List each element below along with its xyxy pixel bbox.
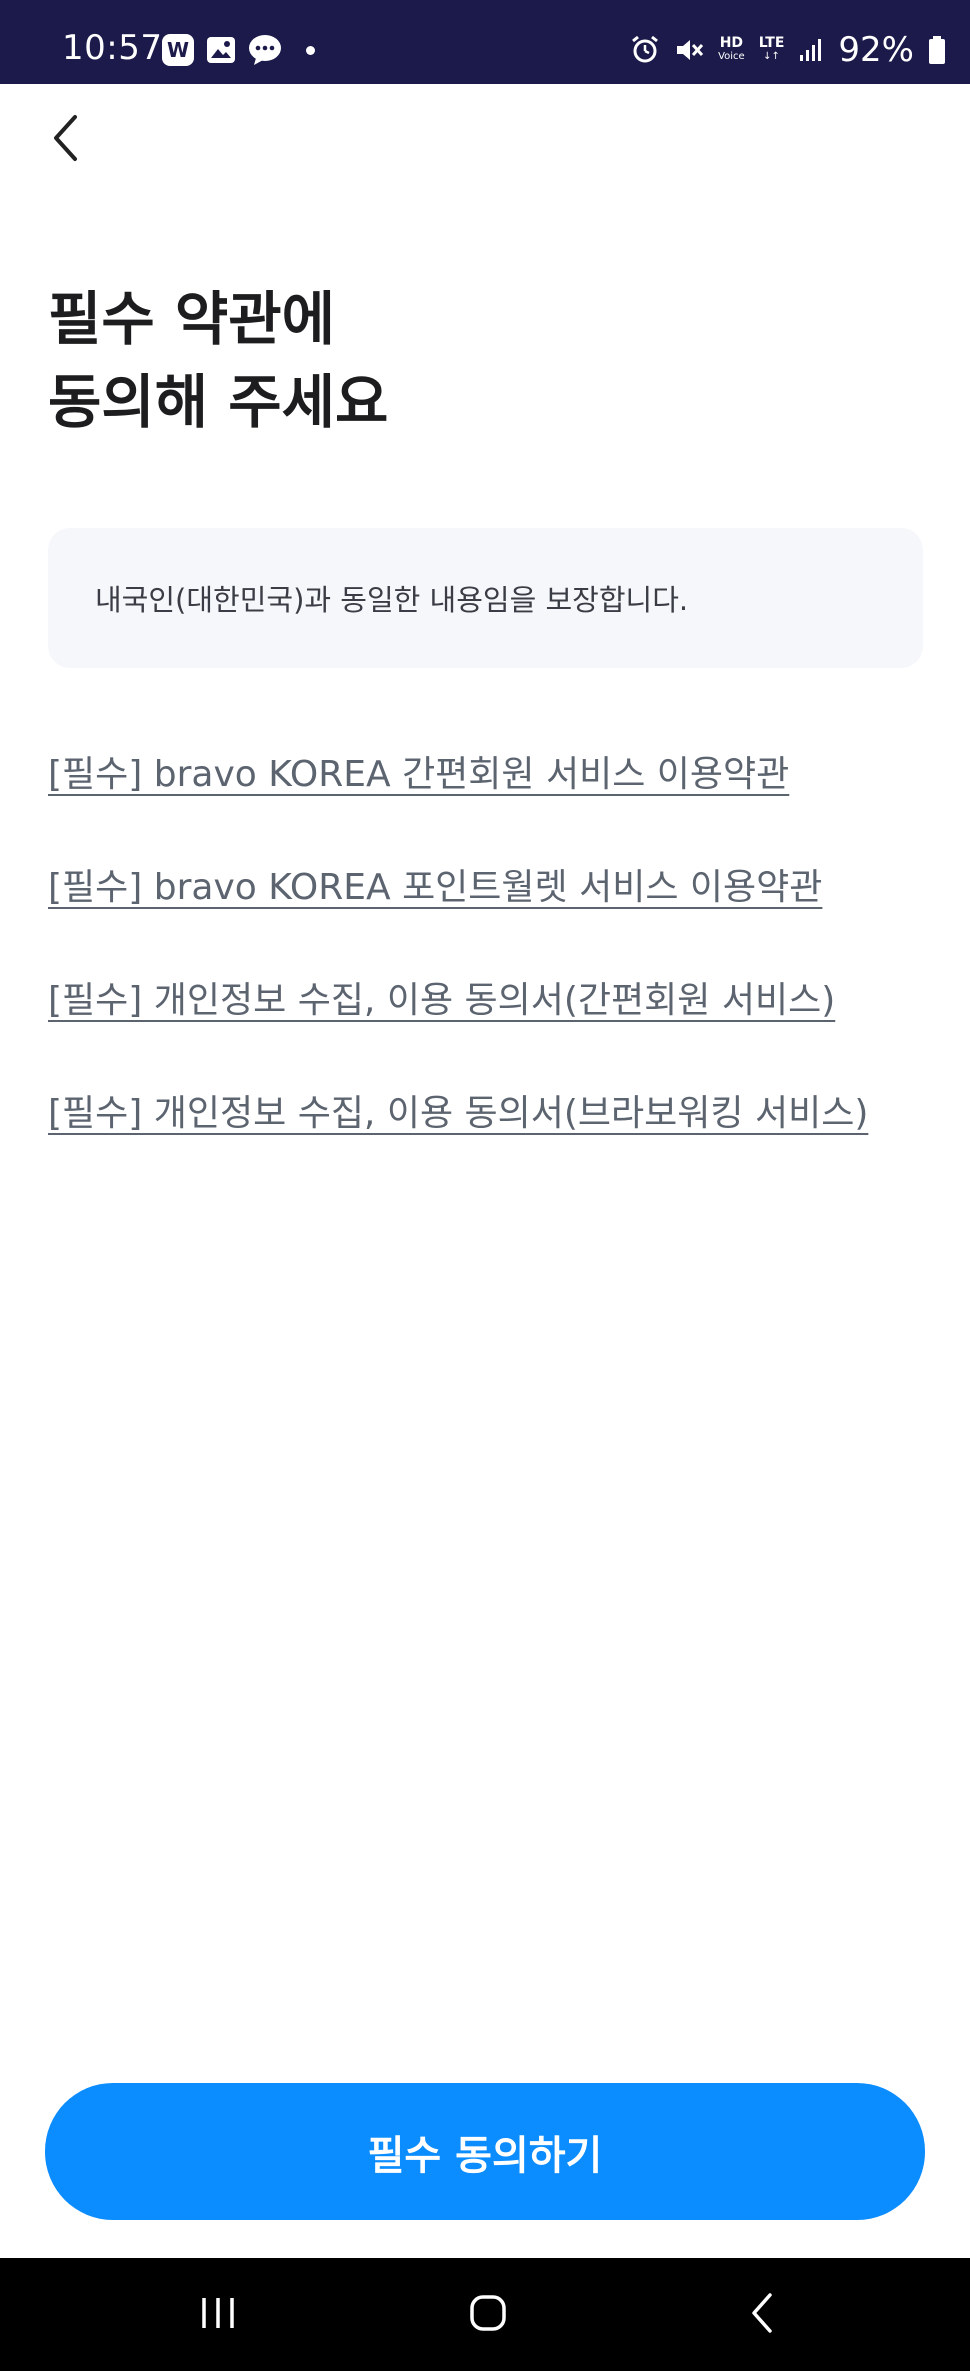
terms-list: [필수] bravo KOREA 간편회원 서비스 이용약관 [필수] brav… — [48, 745, 868, 1197]
term-link-simple-member[interactable]: [필수] bravo KOREA 간편회원 서비스 이용약관 — [48, 745, 868, 858]
agree-required-button[interactable]: 필수 동의하기 — [45, 2083, 925, 2220]
notice-box: 내국인(대한민국)과 동일한 내용임을 보장합니다. — [48, 528, 923, 668]
page-title: 필수 약관에 — [48, 285, 335, 353]
recent-apps-button[interactable] — [158, 2258, 278, 2371]
term-link-point-wallet[interactable]: [필수] bravo KOREA 포인트월렛 서비스 이용약관 — [48, 858, 868, 971]
status-time: 10:57 — [62, 28, 163, 68]
notification-icons: W — [162, 34, 315, 66]
system-indicators: HD Voice LTE ↓↑ 92% — [630, 30, 946, 70]
signal-icon — [798, 37, 824, 63]
back-arrow-icon — [748, 2291, 776, 2339]
notice-text: 내국인(대한민국)과 동일한 내용임을 보장합니다. — [95, 583, 689, 617]
system-back-button[interactable] — [702, 2258, 822, 2371]
alarm-icon — [630, 35, 660, 65]
chat-icon — [248, 34, 282, 66]
more-notifications-dot — [306, 45, 315, 55]
hd-voice-indicator: HD Voice — [718, 35, 745, 62]
chevron-left-icon — [51, 113, 81, 167]
battery-level: 92% — [838, 30, 914, 70]
page-subtitle: 동의해 주세요 — [48, 368, 389, 436]
term-link-privacy-bravo-walking[interactable]: [필수] 개인정보 수집, 이용 동의서(브라보워킹 서비스) — [48, 1084, 868, 1197]
status-bar: 10:57 W HD Voice LTE ↓↑ 92% — [0, 0, 970, 84]
term-link-privacy-simple-member[interactable]: [필수] 개인정보 수집, 이용 동의서(간편회원 서비스) — [48, 971, 868, 1084]
system-nav-bar — [0, 2258, 970, 2371]
lte-indicator: LTE ↓↑ — [758, 35, 785, 62]
gallery-icon — [206, 36, 236, 64]
home-icon — [468, 2293, 508, 2337]
mute-icon — [674, 35, 704, 65]
recent-apps-icon — [198, 2295, 238, 2335]
w-app-icon: W — [162, 34, 194, 66]
back-button[interactable] — [40, 110, 92, 170]
home-button[interactable] — [428, 2258, 548, 2371]
battery-icon — [928, 35, 946, 65]
